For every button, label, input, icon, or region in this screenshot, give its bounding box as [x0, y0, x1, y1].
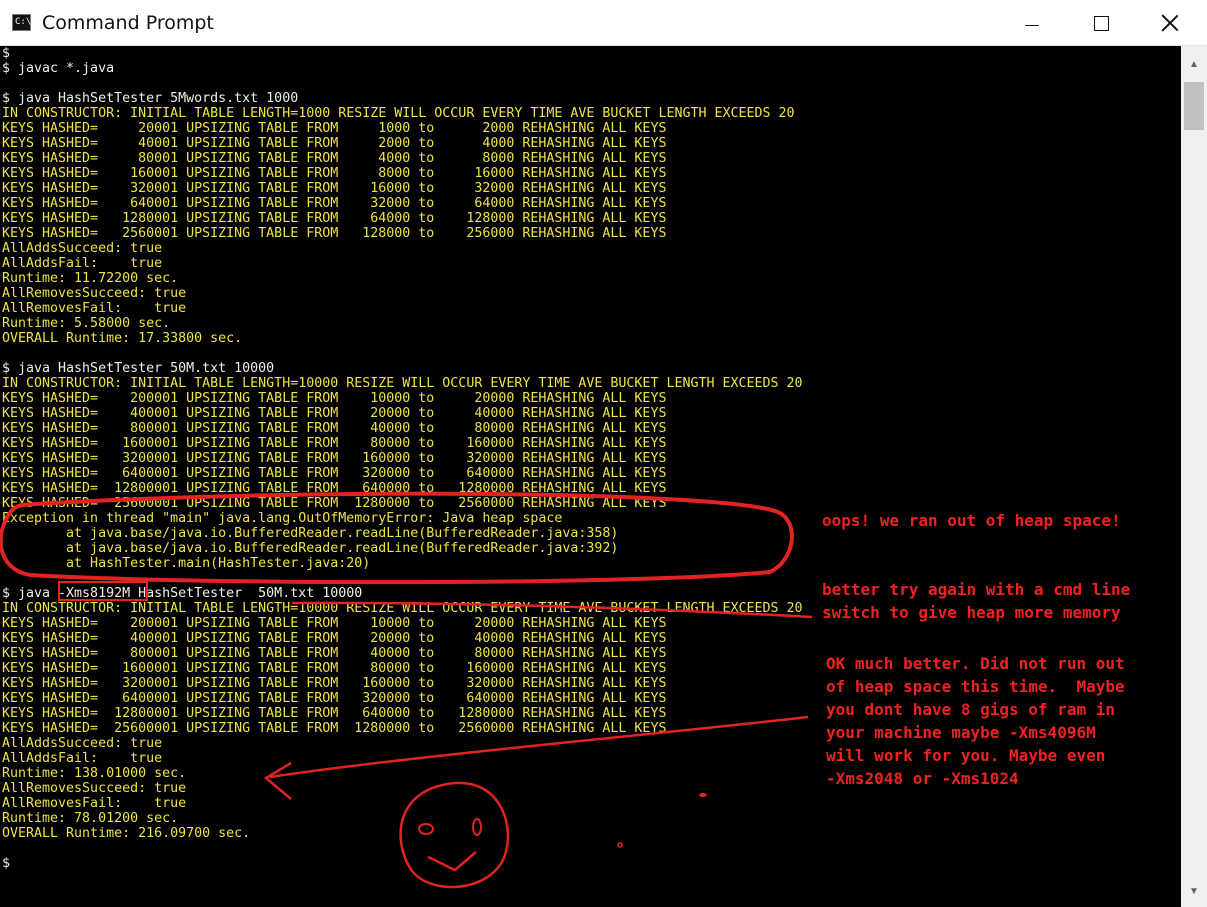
terminal-line: KEYS HASHED= 640001 UPSIZING TABLE FROM …	[2, 196, 667, 211]
terminal-line: OVERALL Runtime: 17.33800 sec.	[2, 331, 243, 346]
terminal-line: KEYS HASHED= 2560001 UPSIZING TABLE FROM…	[2, 226, 667, 241]
terminal-line: KEYS HASHED= 12800001 UPSIZING TABLE FRO…	[2, 481, 667, 496]
terminal-line: Runtime: 5.58000 sec.	[2, 316, 171, 331]
terminal-line: KEYS HASHED= 200001 UPSIZING TABLE FROM …	[2, 391, 667, 406]
scrollbar-thumb[interactable]	[1184, 82, 1204, 130]
terminal-line: KEYS HASHED= 1600001 UPSIZING TABLE FROM…	[2, 436, 667, 451]
close-icon	[1161, 14, 1179, 32]
terminal-line: KEYS HASHED= 160001 UPSIZING TABLE FROM …	[2, 166, 667, 181]
terminal-line: KEYS HASHED= 40001 UPSIZING TABLE FROM 2…	[2, 136, 667, 151]
terminal-line: Runtime: 11.72200 sec.	[2, 271, 179, 286]
terminal-line: KEYS HASHED= 3200001 UPSIZING TABLE FROM…	[2, 451, 667, 466]
terminal-line: KEYS HASHED= 800001 UPSIZING TABLE FROM …	[2, 421, 667, 436]
minimize-button[interactable]	[1009, 0, 1055, 46]
maximize-button[interactable]	[1078, 0, 1124, 46]
terminal-line: OVERALL Runtime: 216.09700 sec.	[2, 826, 251, 841]
annotation-oops: oops! we ran out of heap space!	[822, 511, 1121, 530]
terminal-line: KEYS HASHED= 20001 UPSIZING TABLE FROM 1…	[2, 121, 667, 136]
close-button[interactable]	[1147, 0, 1193, 46]
command-prompt-icon: C:\	[12, 14, 31, 31]
maximize-icon	[1093, 15, 1109, 31]
terminal-line: AllAddsSucceed: true	[2, 241, 163, 256]
terminal-line: AllRemovesFail: true	[2, 796, 187, 811]
window-title: Command Prompt	[42, 12, 214, 34]
vertical-scrollbar[interactable]: ▲ ▼	[1181, 46, 1207, 907]
terminal-line: KEYS HASHED= 400001 UPSIZING TABLE FROM …	[2, 406, 667, 421]
terminal-line: IN CONSTRUCTOR: INITIAL TABLE LENGTH=100…	[2, 106, 795, 121]
terminal-line: KEYS HASHED= 6400001 UPSIZING TABLE FROM…	[2, 466, 667, 481]
terminal-line: at java.base/java.io.BufferedReader.read…	[2, 541, 619, 556]
terminal-line: AllRemovesSucceed: true	[2, 286, 187, 301]
annotation-better: OK much better. Did not run out of heap …	[826, 654, 1125, 788]
terminal-line: $	[2, 46, 11, 61]
terminal-line: AllAddsFail: true	[2, 256, 163, 271]
app-icon-label: C:\	[15, 17, 32, 27]
scroll-down-arrow-icon[interactable]: ▼	[1181, 877, 1207, 905]
terminal-line: KEYS HASHED= 320001 UPSIZING TABLE FROM …	[2, 181, 667, 196]
minimize-icon	[1025, 24, 1039, 26]
terminal-line: KEYS HASHED= 80001 UPSIZING TABLE FROM 4…	[2, 151, 667, 166]
terminal-line: at HashTester.main(HashTester.java:20)	[2, 556, 371, 571]
terminal-line: AllRemovesFail: true	[2, 301, 187, 316]
scroll-up-arrow-icon[interactable]: ▲	[1181, 50, 1207, 78]
terminal-line: $ java HashSetTester 50M.txt 10000	[2, 361, 275, 376]
terminal-line: Runtime: 78.01200 sec.	[2, 811, 179, 826]
terminal-line: $	[2, 856, 11, 871]
terminal-line: KEYS HASHED= 1280001 UPSIZING TABLE FROM…	[2, 211, 667, 226]
terminal-line: $ java HashSetTester 5Mwords.txt 1000	[2, 91, 299, 106]
terminal-line: KEYS HASHED= 400001 UPSIZING TABLE FROM …	[2, 631, 667, 646]
title-bar: C:\ Command Prompt	[0, 0, 1207, 46]
terminal-line: IN CONSTRUCTOR: INITIAL TABLE LENGTH=100…	[2, 376, 803, 391]
annotation-retry: better try again with a cmd line switch …	[822, 580, 1131, 622]
terminal-line: $ javac *.java	[2, 61, 115, 76]
